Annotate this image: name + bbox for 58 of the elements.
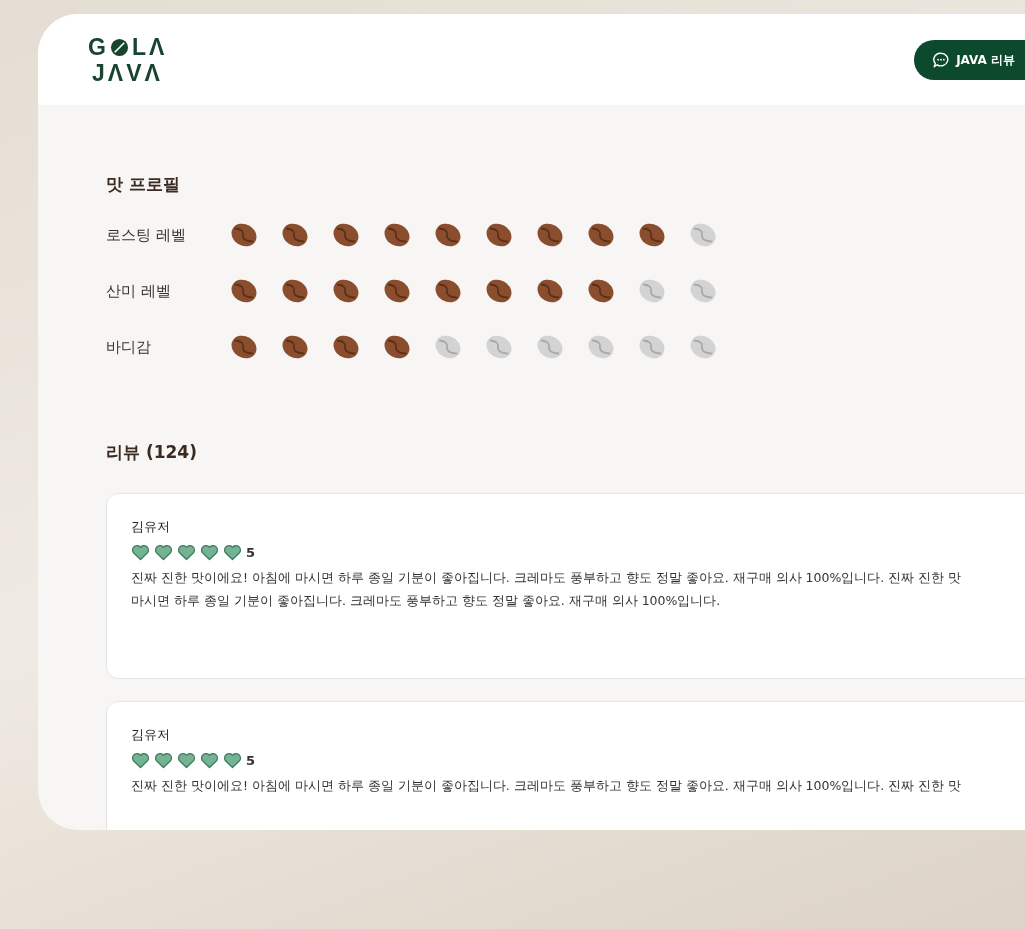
coffee-bean-icon [281, 278, 309, 304]
bean-icon [109, 37, 129, 57]
heart-icon [177, 544, 196, 561]
review-text: 진짜 진한 맛이에요! 아침에 마시면 하루 종일 기분이 좋아집니다. 크레마도 풍부하고 향도 정말 좋아요. 재구매 의사 100%입니다. 진짜 진한 맛 [131, 777, 963, 795]
logo-text: G [88, 34, 109, 60]
coffee-bean-icon [230, 334, 258, 360]
coffee-bean-icon [485, 278, 513, 304]
heart-icon [223, 544, 242, 561]
coffee-bean-icon [587, 222, 615, 248]
coffee-bean-icon [383, 334, 411, 360]
logo-text: LΛ [131, 34, 168, 60]
review-author: 김유저 [131, 726, 171, 744]
coffee-bean-icon [536, 334, 564, 360]
coffee-bean-icon [638, 222, 666, 248]
coffee-bean-icon [434, 334, 462, 360]
section-title: 맛 프로필 [106, 173, 181, 195]
review-author: 김유저 [131, 518, 171, 536]
heart-icon [154, 752, 173, 769]
heart-icon [177, 752, 196, 769]
chat-icon [932, 51, 951, 69]
coffee-bean-icon [281, 222, 309, 248]
coffee-bean-icon [536, 222, 564, 248]
coffee-bean-icon [332, 278, 360, 304]
coffee-bean-icon [383, 278, 411, 304]
profile-label: 산미 레벨 [106, 281, 172, 301]
heart-icon [154, 544, 173, 561]
coffee-bean-icon [383, 222, 411, 248]
coffee-bean-icon [689, 222, 717, 248]
logo-text: JΛVΛ [92, 60, 163, 86]
coffee-bean-icon [332, 334, 360, 360]
section-title: 리뷰 (124) [106, 441, 198, 463]
heart-icon [131, 544, 150, 561]
coffee-bean-icon [536, 278, 564, 304]
coffee-bean-icon [638, 278, 666, 304]
heart-icon [200, 752, 219, 769]
rating-value: 5 [246, 753, 256, 768]
coffee-bean-icon [689, 334, 717, 360]
coffee-bean-icon [485, 222, 513, 248]
review-text: 진짜 진한 맛이에요! 아침에 마시면 하루 종일 기분이 좋아집니다. 크레마도 풍부하고 향도 정말 좋아요. 재구매 의사 100%입니다. 진짜 진한 맛 [131, 569, 963, 587]
coffee-bean-icon [638, 334, 666, 360]
coffee-bean-icon [434, 278, 462, 304]
coffee-bean-icon [281, 334, 309, 360]
review-button[interactable]: JAVA 리뷰 [914, 40, 1025, 80]
profile-label: 바디감 [106, 337, 152, 357]
coffee-bean-icon [587, 334, 615, 360]
review-text: 마시면 하루 종일 기분이 좋아집니다. 크레마도 풍부하고 향도 정말 좋아요. 재구매 의사 100%입니다. [131, 592, 722, 610]
coffee-bean-icon [587, 278, 615, 304]
profile-label: 로스팅 레벨 [106, 225, 187, 245]
coffee-bean-icon [434, 222, 462, 248]
coffee-bean-icon [332, 222, 360, 248]
coffee-bean-icon [485, 334, 513, 360]
rating-value: 5 [246, 545, 256, 560]
coffee-bean-icon [230, 278, 258, 304]
coffee-bean-icon [689, 278, 717, 304]
coffee-bean-icon [230, 222, 258, 248]
heart-icon [200, 544, 219, 561]
heart-icon [223, 752, 242, 769]
heart-icon [131, 752, 150, 769]
